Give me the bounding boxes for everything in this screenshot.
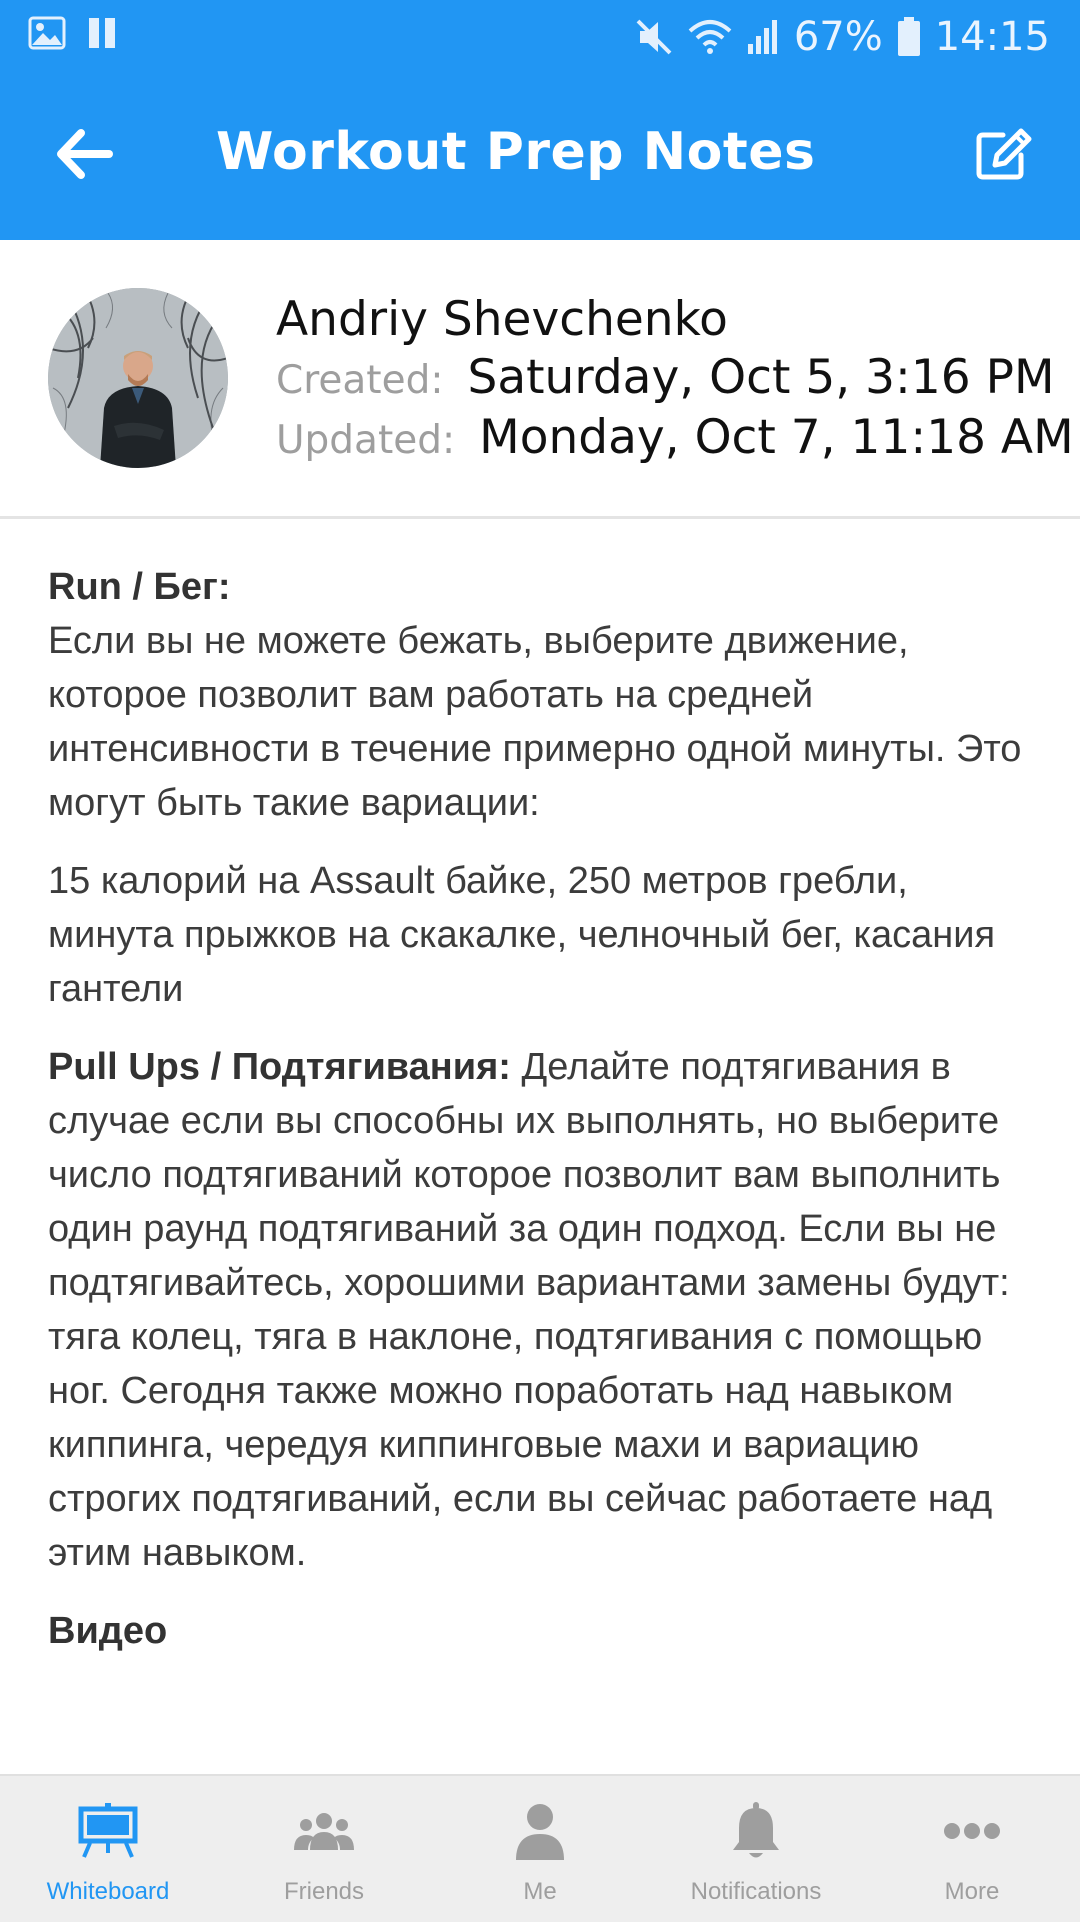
pullups-section: Pull Ups / Подтягивания: Делайте подтяги… bbox=[48, 1040, 1038, 1580]
nav-label-me: Me bbox=[523, 1878, 557, 1905]
updated-value: Monday, Oct 7, 11:18 AM bbox=[479, 410, 1074, 465]
person-icon bbox=[514, 1800, 566, 1862]
created-row: Created: Saturday, Oct 5, 3:16 PM bbox=[276, 350, 1055, 405]
image-icon bbox=[28, 16, 66, 50]
updated-label: Updated: bbox=[276, 418, 456, 463]
author-name: Andriy Shevchenko bbox=[276, 292, 728, 347]
friends-icon bbox=[294, 1800, 354, 1862]
updated-row: Updated: Monday, Oct 7, 11:18 AM bbox=[276, 410, 1074, 465]
run-text: Если вы не можете бежать, выберите движе… bbox=[48, 620, 1022, 824]
mute-icon bbox=[634, 17, 674, 57]
wifi-icon bbox=[688, 17, 732, 57]
back-button[interactable] bbox=[44, 120, 124, 192]
signal-icon bbox=[746, 18, 780, 56]
run-heading: Run / Бег: bbox=[48, 566, 231, 608]
back-arrow-icon bbox=[55, 128, 113, 184]
created-label: Created: bbox=[276, 358, 444, 403]
whiteboard-icon bbox=[78, 1800, 138, 1862]
video-section: Видео bbox=[48, 1604, 1038, 1658]
nav-more[interactable]: More bbox=[864, 1776, 1080, 1922]
avatar[interactable] bbox=[48, 288, 228, 468]
run-section: Run / Бег: Если вы не можете бежать, выб… bbox=[48, 560, 1038, 830]
bottom-navigation: Whiteboard Friends Me Notifications More bbox=[0, 1774, 1080, 1922]
nav-friends[interactable]: Friends bbox=[216, 1776, 432, 1922]
status-bar: 67% 14:15 bbox=[0, 0, 1080, 72]
nav-me[interactable]: Me bbox=[432, 1776, 648, 1922]
header-divider bbox=[0, 516, 1080, 519]
clock: 14:15 bbox=[934, 14, 1050, 60]
more-dots-icon bbox=[943, 1800, 1001, 1862]
battery-percent: 67% bbox=[793, 14, 883, 60]
run-variations: 15 калорий на Assault байке, 250 метров … bbox=[48, 860, 996, 1010]
pullups-text: Делайте подтягивания в случае если вы сп… bbox=[48, 1046, 1010, 1574]
nav-notifications[interactable]: Notifications bbox=[648, 1776, 864, 1922]
pullups-heading: Pull Ups / Подтягивания: bbox=[48, 1046, 511, 1088]
created-value: Saturday, Oct 5, 3:16 PM bbox=[467, 350, 1055, 405]
note-content: Run / Бег: Если вы не можете бежать, выб… bbox=[48, 560, 1038, 1682]
nav-label-notifications: Notifications bbox=[690, 1878, 822, 1905]
note-header: Andriy Shevchenko Created: Saturday, Oct… bbox=[0, 240, 1080, 516]
edit-note-button[interactable] bbox=[964, 118, 1044, 194]
pause-icon bbox=[88, 16, 118, 50]
battery-icon bbox=[897, 17, 921, 57]
video-heading: Видео bbox=[48, 1610, 168, 1652]
nav-label-friends: Friends bbox=[283, 1878, 365, 1905]
nav-label-whiteboard: Whiteboard bbox=[46, 1878, 170, 1905]
page-title: Workout Prep Notes bbox=[216, 122, 816, 182]
nav-whiteboard[interactable]: Whiteboard bbox=[0, 1776, 216, 1922]
bell-icon bbox=[731, 1800, 781, 1862]
app-bar: Workout Prep Notes bbox=[0, 72, 1080, 240]
edit-icon bbox=[975, 127, 1033, 186]
nav-label-more: More bbox=[944, 1878, 1000, 1905]
